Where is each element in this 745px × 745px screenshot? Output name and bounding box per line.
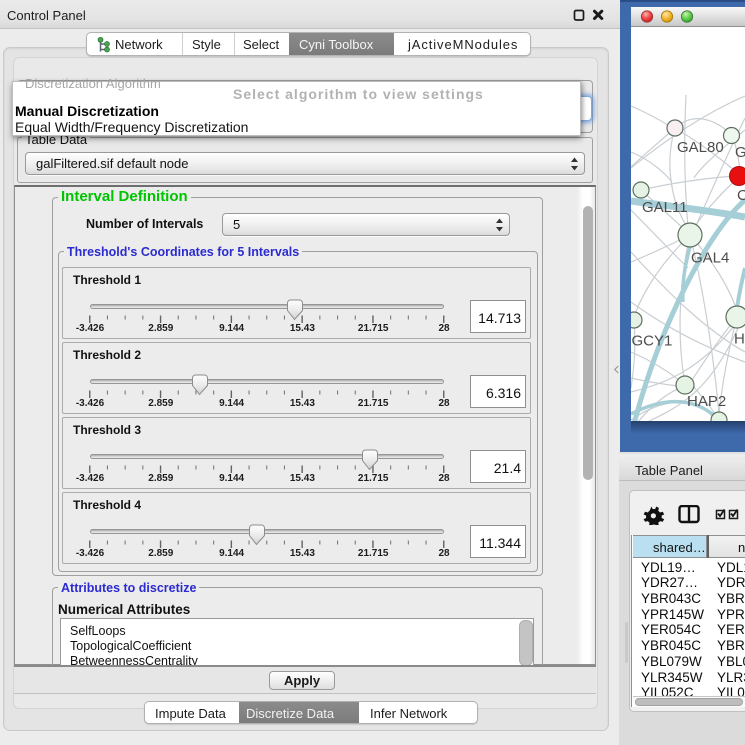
svg-text:GCY1: GCY1 xyxy=(632,333,673,350)
svg-text:GAL80: GAL80 xyxy=(677,139,724,156)
svg-text:GAL11: GAL11 xyxy=(642,199,688,216)
svg-text:HAP2: HAP2 xyxy=(687,393,726,410)
svg-text:H: H xyxy=(734,331,745,348)
svg-text:GA: GA xyxy=(735,144,745,161)
svg-text:GAL4: GAL4 xyxy=(691,250,729,267)
svg-text:C: C xyxy=(737,187,745,204)
